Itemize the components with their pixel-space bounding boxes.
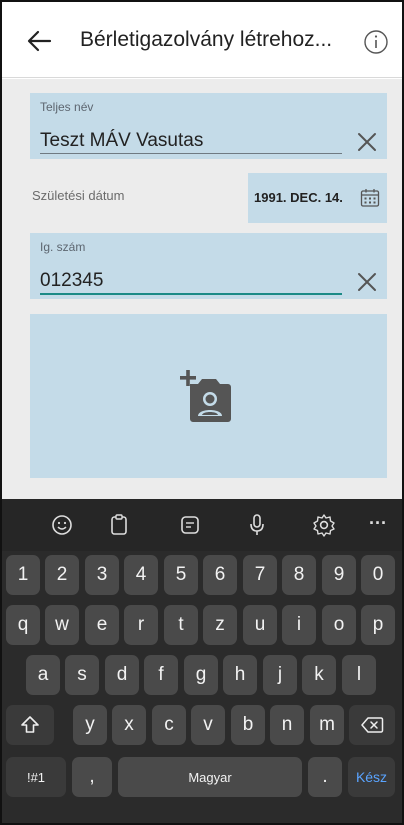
mic-icon[interactable] <box>243 511 271 539</box>
symbols-key[interactable]: !#1 <box>6 757 66 797</box>
id-number-input[interactable]: 012345 <box>40 270 103 292</box>
birth-date-value: 1991. DEC. 14. <box>254 190 343 205</box>
settings-icon[interactable] <box>310 511 338 539</box>
key-g[interactable]: g <box>184 655 218 695</box>
calendar-icon[interactable] <box>360 188 380 208</box>
key-l[interactable]: l <box>342 655 376 695</box>
full-name-field[interactable]: Teljes név Teszt MÁV Vasutas <box>30 93 387 159</box>
key-e[interactable]: e <box>85 605 119 645</box>
key-r[interactable]: r <box>124 605 158 645</box>
clear-icon[interactable] <box>354 269 380 295</box>
key-m[interactable]: m <box>310 705 344 745</box>
key-b[interactable]: b <box>231 705 265 745</box>
more-icon[interactable]: ··· <box>369 513 387 534</box>
key-2[interactable]: 2 <box>45 555 79 595</box>
shift-icon <box>21 716 39 733</box>
key-q[interactable]: q <box>6 605 40 645</box>
key-h[interactable]: h <box>223 655 257 695</box>
key-8[interactable]: 8 <box>282 555 316 595</box>
full-name-label: Teljes név <box>40 100 94 114</box>
id-number-label: Ig. szám <box>40 240 86 254</box>
key-4[interactable]: 4 <box>124 555 158 595</box>
key-j[interactable]: j <box>263 655 297 695</box>
birth-date-picker[interactable]: 1991. DEC. 14. <box>248 173 387 223</box>
sticker-icon[interactable] <box>176 511 204 539</box>
emoji-icon[interactable] <box>48 511 76 539</box>
done-key[interactable]: Kész <box>348 757 395 797</box>
screen: Bérletigazolvány létrehoz... Teljes név … <box>0 0 404 825</box>
keyboard-toolbar: ··· <box>2 499 402 551</box>
key-0[interactable]: 0 <box>361 555 395 595</box>
key-d[interactable]: d <box>105 655 139 695</box>
id-number-field[interactable]: Ig. szám 012345 <box>30 233 387 299</box>
key-v[interactable]: v <box>191 705 225 745</box>
backspace-key[interactable] <box>349 705 395 745</box>
key-n[interactable]: n <box>270 705 304 745</box>
key-w[interactable]: w <box>45 605 79 645</box>
key-3[interactable]: 3 <box>85 555 119 595</box>
shift-key[interactable] <box>6 705 54 745</box>
key-s[interactable]: s <box>65 655 99 695</box>
key-9[interactable]: 9 <box>322 555 356 595</box>
key-y[interactable]: y <box>73 705 107 745</box>
back-arrow-icon[interactable] <box>24 26 54 56</box>
photo-picker[interactable] <box>30 314 387 478</box>
full-name-input[interactable]: Teszt MÁV Vasutas <box>40 130 203 152</box>
space-key[interactable]: Magyar <box>118 757 302 797</box>
key-t[interactable]: t <box>164 605 198 645</box>
page-title: Bérletigazolvány létrehoz... <box>80 28 333 51</box>
key-o[interactable]: o <box>322 605 356 645</box>
info-icon[interactable] <box>363 29 389 55</box>
key-f[interactable]: f <box>144 655 178 695</box>
backspace-icon <box>361 717 384 733</box>
key-a[interactable]: a <box>26 655 60 695</box>
soft-keyboard: ··· 1 2 3 4 5 6 7 8 9 0 q w e r t z u i … <box>2 499 402 823</box>
key-k[interactable]: k <box>302 655 336 695</box>
period-key[interactable]: . <box>308 757 342 797</box>
key-6[interactable]: 6 <box>203 555 237 595</box>
clipboard-icon[interactable] <box>105 511 133 539</box>
key-i[interactable]: i <box>282 605 316 645</box>
key-p[interactable]: p <box>361 605 395 645</box>
key-z[interactable]: z <box>203 605 237 645</box>
app-bar: Bérletigazolvány létrehoz... <box>2 2 402 78</box>
key-7[interactable]: 7 <box>243 555 277 595</box>
key-c[interactable]: c <box>152 705 186 745</box>
full-name-underline <box>40 153 342 154</box>
birth-date-label: Születési dátum <box>32 188 125 203</box>
key-5[interactable]: 5 <box>164 555 198 595</box>
add-photo-icon[interactable] <box>178 370 234 426</box>
key-x[interactable]: x <box>112 705 146 745</box>
clear-icon[interactable] <box>354 129 380 155</box>
key-u[interactable]: u <box>243 605 277 645</box>
id-number-underline <box>40 293 342 295</box>
key-1[interactable]: 1 <box>6 555 40 595</box>
comma-key[interactable]: , <box>72 757 112 797</box>
